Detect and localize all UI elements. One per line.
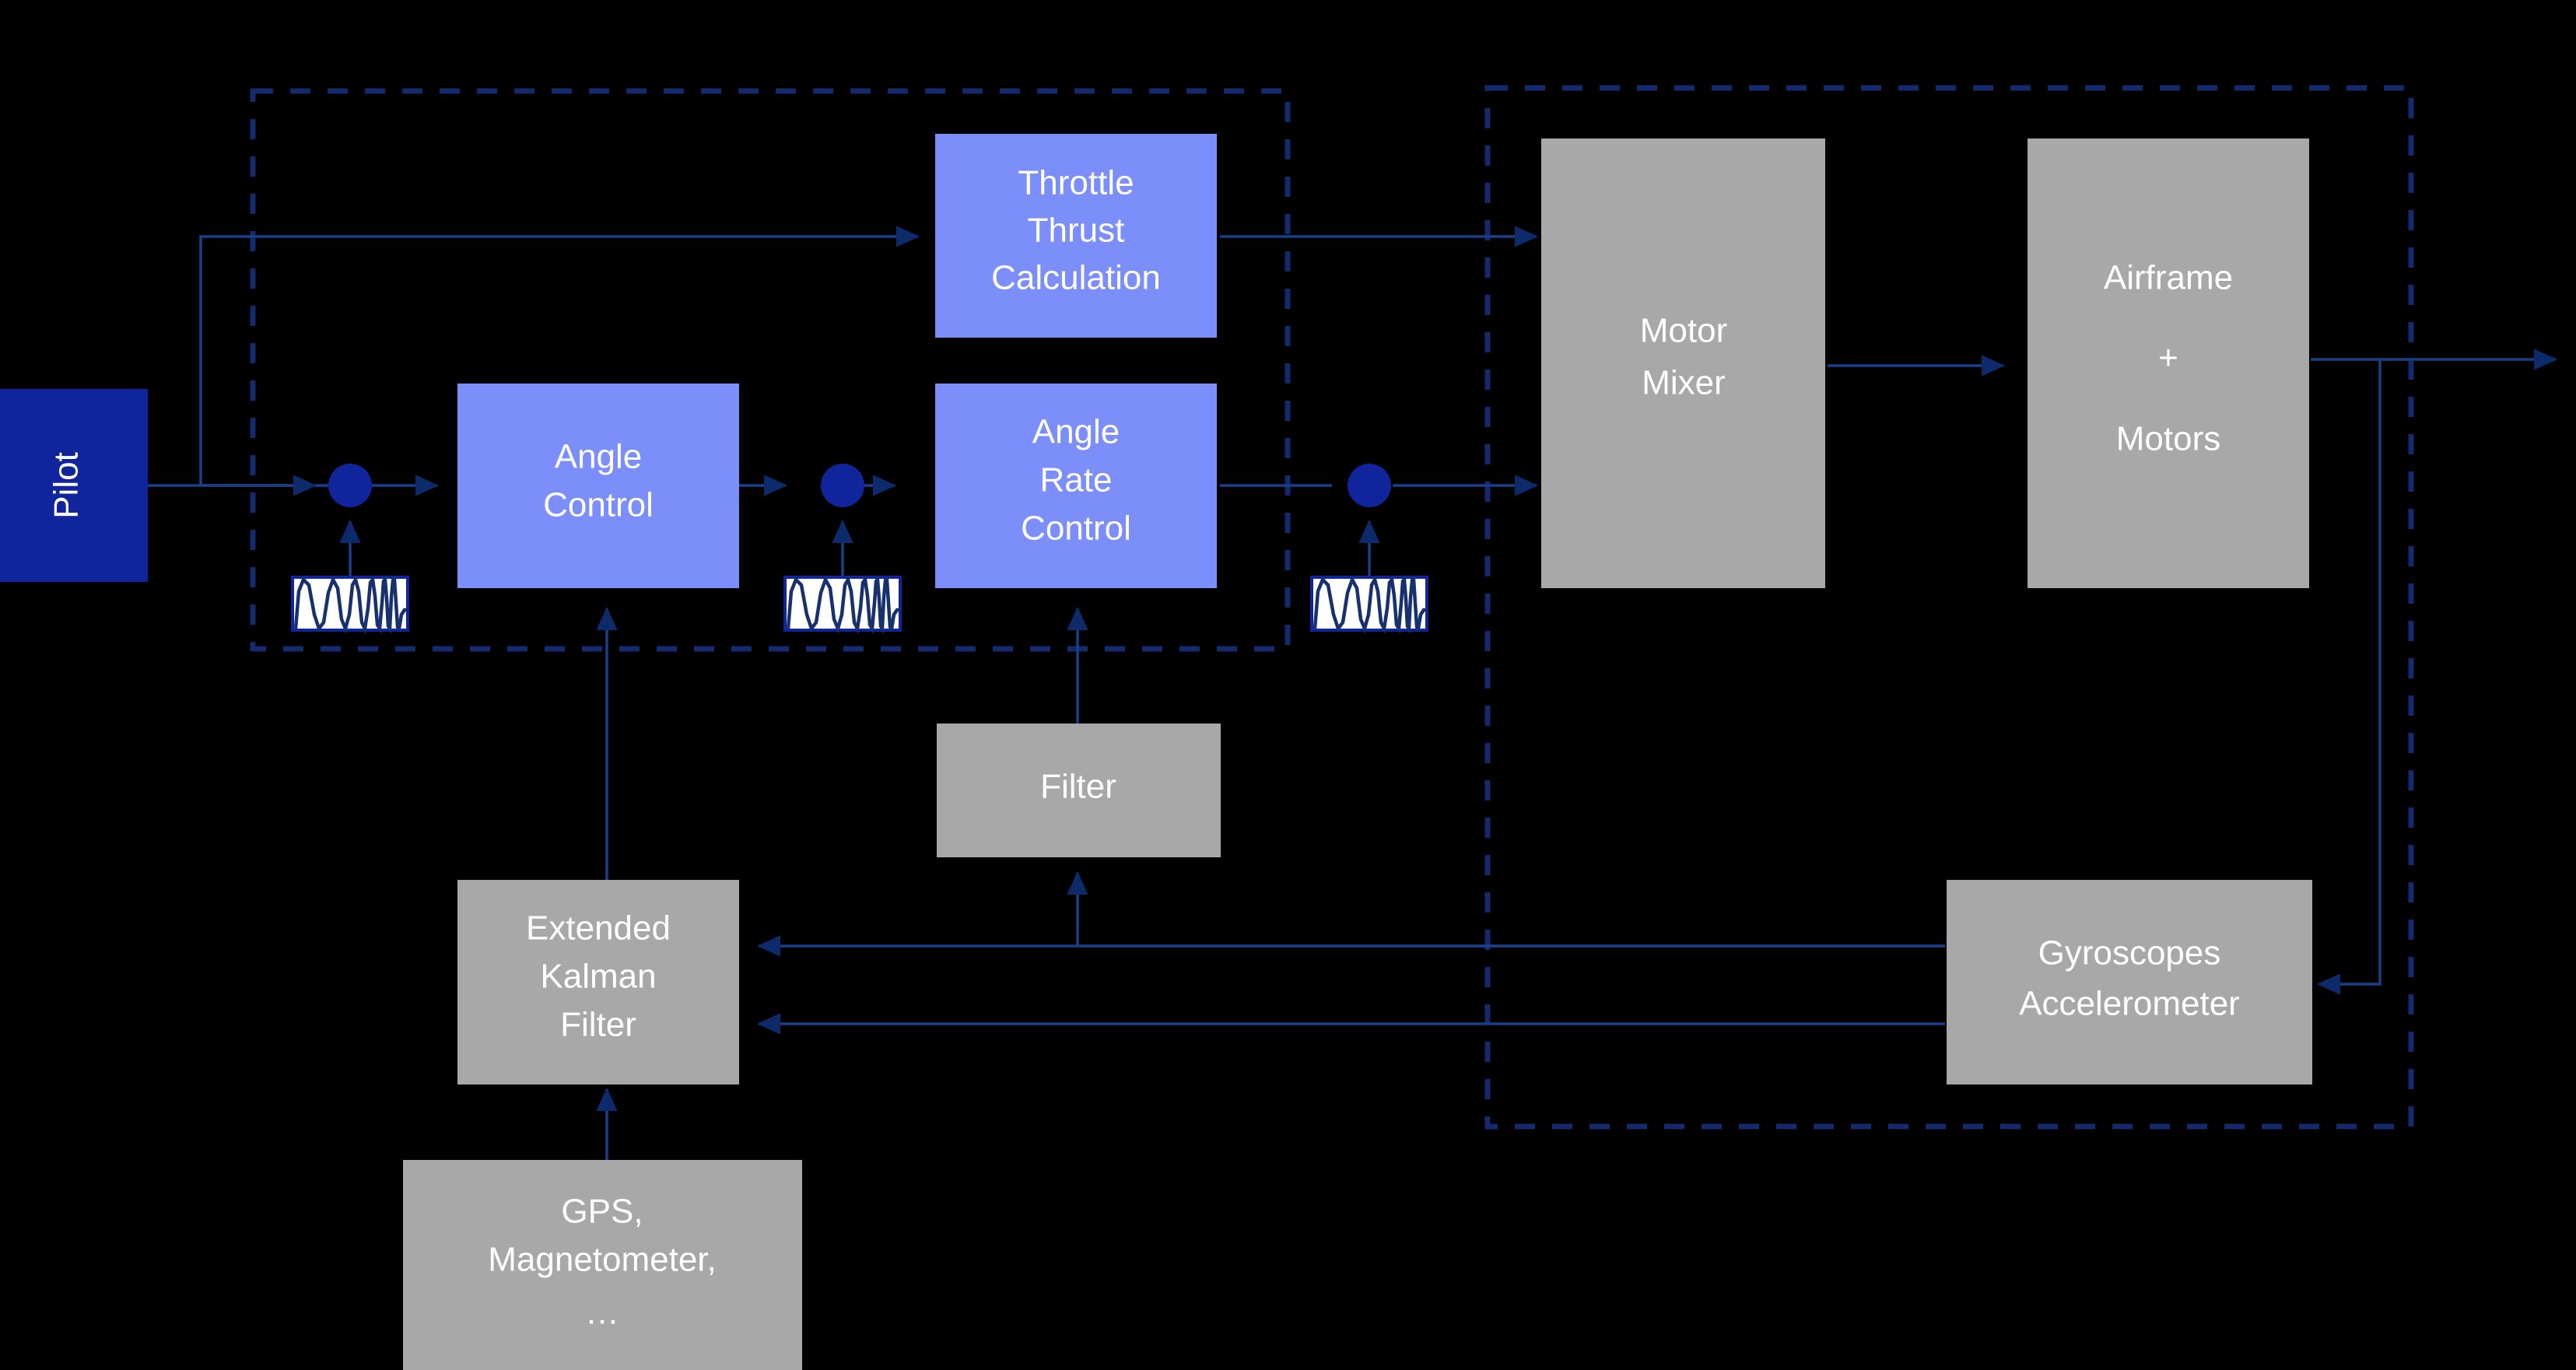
block-filter[interactable]: Filter bbox=[937, 724, 1221, 857]
sum-junction-mixer[interactable] bbox=[1348, 464, 1391, 507]
block-motor-mixer[interactable]: Motor Mixer bbox=[1541, 138, 1825, 588]
block-pilot-label: Pilot bbox=[47, 452, 86, 519]
block-gps-line2: Magnetometer, bbox=[488, 1241, 717, 1279]
block-angle-rate-line1: Angle bbox=[1032, 413, 1120, 451]
block-airframe-line2: + bbox=[2158, 339, 2178, 377]
block-airframe-line3: Motors bbox=[2116, 420, 2220, 458]
block-diagram-canvas: Pilot Throttle Thrust Calculation Angle … bbox=[0, 0, 2576, 1370]
block-airframe-motors[interactable]: Airframe + Motors bbox=[2028, 138, 2309, 588]
block-angle-control-line2: Control bbox=[543, 486, 654, 524]
block-angle-rate-control[interactable]: Angle Rate Control bbox=[935, 384, 1217, 588]
block-gps-magnetometer[interactable]: GPS, Magnetometer, … bbox=[403, 1160, 802, 1370]
block-angle-rate-line2: Rate bbox=[1040, 461, 1113, 499]
chirp-injection-angle[interactable] bbox=[291, 575, 409, 635]
block-filter-label: Filter bbox=[1040, 768, 1116, 806]
block-pilot[interactable]: Pilot bbox=[0, 389, 148, 582]
chirp-injection-mixer[interactable] bbox=[1310, 575, 1428, 635]
block-extended-kalman-filter[interactable]: Extended Kalman Filter bbox=[457, 880, 739, 1084]
chirp-injection-angle-rate[interactable] bbox=[783, 575, 902, 635]
block-throttle-line1: Throttle bbox=[1018, 164, 1134, 202]
block-airframe-line1: Airframe bbox=[2104, 259, 2233, 297]
block-throttle-line3: Calculation bbox=[991, 259, 1161, 297]
block-imu-line1: Gyroscopes bbox=[2038, 934, 2221, 972]
block-ekf-line3: Filter bbox=[560, 1006, 636, 1044]
block-imu-line2: Accelerometer bbox=[2019, 985, 2240, 1023]
block-gps-line1: GPS, bbox=[561, 1193, 643, 1231]
block-angle-rate-line3: Control bbox=[1021, 510, 1131, 548]
wire-imu-to-filter bbox=[1067, 871, 1945, 948]
block-angle-control-line1: Angle bbox=[555, 438, 643, 476]
diagram-svg: Pilot Throttle Thrust Calculation Angle … bbox=[0, 85, 2558, 1370]
block-motor-mixer-line2: Mixer bbox=[1642, 364, 1726, 402]
wire-airframe-feedback-branch bbox=[2316, 359, 2381, 995]
block-angle-control[interactable]: Angle Control bbox=[457, 384, 739, 588]
block-ekf-line1: Extended bbox=[526, 909, 671, 948]
block-ekf-line2: Kalman bbox=[540, 958, 656, 996]
sum-junction-angle-rate[interactable] bbox=[821, 464, 864, 507]
block-motor-mixer-line1: Motor bbox=[1640, 312, 1727, 350]
sum-junction-angle[interactable] bbox=[328, 464, 372, 507]
block-imu-gyro-accel[interactable]: Gyroscopes Accelerometer bbox=[1947, 880, 2312, 1084]
block-throttle-line2: Thrust bbox=[1028, 212, 1125, 250]
block-throttle-thrust-calculation[interactable]: Throttle Thrust Calculation bbox=[935, 134, 1217, 338]
block-gps-line3: … bbox=[585, 1294, 619, 1332]
